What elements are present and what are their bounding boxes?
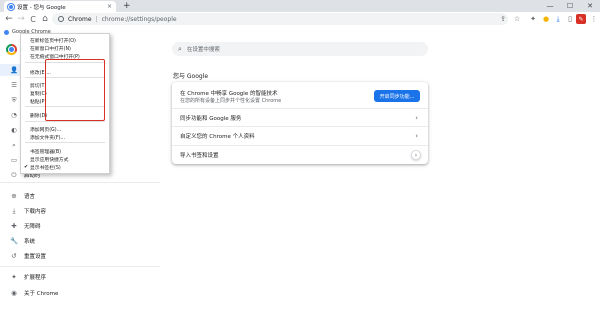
sync-promo-subtitle: 在您的所有设备上同步并个性化设置 Chrome <box>180 98 282 104</box>
settings-favicon-icon <box>8 3 14 10</box>
context-menu-item[interactable]: ✔ 显示书签栏(S) <box>21 163 109 171</box>
address-path: chrome://settings/people <box>101 15 177 23</box>
address-separator: | <box>95 15 98 23</box>
context-menu-item[interactable]: 书签管理器(B) <box>21 147 109 155</box>
chevron-right-icon[interactable]: › <box>411 150 421 160</box>
sidebar-item[interactable]: ✦ 扩展程序 <box>0 271 105 283</box>
sidebar-item-label: 系统 <box>24 239 36 245</box>
wrench-icon: 🔧 <box>10 237 19 245</box>
chevron-right-icon: › <box>415 132 418 140</box>
context-menu-label: 显示书签栏(S) <box>30 165 61 171</box>
puzzle-icon: ✦ <box>11 273 17 281</box>
context-menu-label: 添加网页(G)... <box>30 127 62 133</box>
search-icon: ⌕ <box>178 44 182 53</box>
context-menu-item[interactable]: 显示应用快捷方式 <box>21 155 109 163</box>
context-menu-label: 书签管理器(B) <box>30 149 62 155</box>
speed-icon: ◔ <box>11 111 17 119</box>
menu-icon[interactable]: ⋮ <box>589 14 599 24</box>
share-icon[interactable]: ⇪ <box>498 14 508 24</box>
sidebar-divider <box>0 182 160 183</box>
annotation-highlight-box <box>45 59 105 121</box>
bulb-icon[interactable]: ● <box>541 14 551 24</box>
home-icon[interactable]: ⌂ <box>39 13 51 25</box>
sidebar-item[interactable]: ◉ 关于 Chrome <box>0 287 105 299</box>
sidepanel-icon[interactable]: ▯ <box>565 14 575 24</box>
context-menu-item[interactable]: 添加网页(G)... <box>21 125 109 133</box>
tab-title: 设置 - 您与 Google <box>17 4 66 11</box>
address-host: Chrome <box>68 15 92 23</box>
turn-on-sync-button[interactable]: 开启同步功能... <box>374 90 420 102</box>
row-import-bookmarks[interactable]: 导入书签和设置 › <box>172 145 428 164</box>
extension-icon[interactable]: ✦ <box>528 14 538 24</box>
globe-icon: ⊕ <box>11 192 17 200</box>
chevron-right-icon: › <box>415 113 418 122</box>
maximize-icon[interactable]: ☐ <box>560 0 580 12</box>
accessibility-icon: ✚ <box>11 222 17 230</box>
row-sync-services[interactable]: 同步功能和 Google 服务 › <box>172 108 428 126</box>
settings-search-input[interactable]: ⌕ 在设置中搜索 <box>172 42 428 56</box>
sidebar-item[interactable]: ⊕ 语言 <box>0 190 105 202</box>
search-icon: ⌕ <box>12 140 16 149</box>
sidebar-divider <box>0 266 160 267</box>
context-menu-label: 添加文件夹(F)... <box>30 135 66 141</box>
row-label: 导入书签和设置 <box>180 153 219 159</box>
context-menu-label: 在新标签页中打开(O) <box>30 38 76 44</box>
chrome-icon: ◉ <box>11 289 17 297</box>
new-tab-button[interactable]: + <box>123 1 131 11</box>
sidebar-item[interactable]: ✚ 无障碍 <box>0 220 105 232</box>
chrome-logo-icon <box>6 44 17 55</box>
person-icon: 👤 <box>10 66 19 74</box>
context-menu-item[interactable]: 在新标签页中打开(O) <box>21 36 109 44</box>
context-menu-item[interactable]: 在新窗口中打开(N) <box>21 44 109 52</box>
tab-settings[interactable]: 设置 - 您与 Google × <box>4 1 116 12</box>
sidebar-item-label: 下载内容 <box>24 209 47 215</box>
reset-icon: ↺ <box>11 252 17 260</box>
sidebar-item-label: 语言 <box>24 194 36 200</box>
sidebar-item-label: 无障碍 <box>24 224 41 230</box>
sidebar-item-label: 重置设置 <box>24 254 47 260</box>
site-info-icon[interactable] <box>58 16 64 22</box>
context-menu-label: 粘贴(P) <box>30 99 47 105</box>
search-placeholder: 在设置中搜索 <box>186 47 220 53</box>
sync-promo-title: 在 Chrome 中畅享 Google 的智能技术 <box>180 91 278 97</box>
star-icon[interactable]: ☆ <box>512 14 522 24</box>
menu-separator <box>25 142 105 143</box>
tab-strip: 设置 - 您与 Google × + — ☐ ✕ <box>0 0 600 12</box>
close-window-icon[interactable]: ✕ <box>580 0 600 12</box>
shield-icon: ⛨ <box>11 95 17 104</box>
profile-icon[interactable]: ✎ <box>576 14 586 24</box>
section-title: 您与 Google <box>173 73 209 80</box>
download-icon: ⤓ <box>12 206 16 215</box>
you-and-google-card: 在 Chrome 中畅享 Google 的智能技术 在您的所有设备上同步并个性化… <box>172 82 428 164</box>
sidebar-item-label: 扩展程序 <box>24 275 47 281</box>
download-icon[interactable]: ⤓ <box>553 14 563 24</box>
sidebar-item[interactable]: ↺ 重置设置 <box>0 250 105 262</box>
toolbar: ← → C ⌂ Chrome | chrome://settings/peopl… <box>0 12 600 27</box>
palette-icon: ◐ <box>11 126 17 134</box>
sidebar-item[interactable]: ⤓ 下载内容 <box>0 205 105 217</box>
browser-icon: ▭ <box>10 156 18 164</box>
power-icon: ⏻ <box>11 170 17 179</box>
address-bar[interactable]: Chrome | chrome://settings/people <box>52 13 508 25</box>
context-menu-label: 剪切(T) <box>30 83 47 89</box>
context-menu-label: 在新窗口中打开(N) <box>30 46 71 52</box>
close-tab-icon[interactable]: × <box>107 3 112 10</box>
row-customize-profile[interactable]: 自定义您的 Chrome 个人资料 › <box>172 126 428 145</box>
sidebar-item[interactable]: 🔧 系统 <box>0 235 105 247</box>
back-icon[interactable]: ← <box>3 13 15 25</box>
reload-icon[interactable]: C <box>27 13 39 25</box>
autofill-icon: ☰ <box>11 81 17 89</box>
row-label: 自定义您的 Chrome 个人资料 <box>180 134 255 140</box>
forward-icon[interactable]: → <box>15 13 27 25</box>
row-label: 同步功能和 Google 服务 <box>180 115 242 122</box>
menu-separator <box>25 121 105 122</box>
sidebar-item-label: 关于 Chrome <box>24 291 59 297</box>
chrome-bookmark-icon <box>4 29 9 35</box>
context-menu-item[interactable]: 添加文件夹(F)... <box>21 133 109 141</box>
check-icon: ✔ <box>24 164 29 170</box>
minimize-icon[interactable]: — <box>540 0 560 12</box>
context-menu-label: 显示应用快捷方式 <box>30 157 69 163</box>
